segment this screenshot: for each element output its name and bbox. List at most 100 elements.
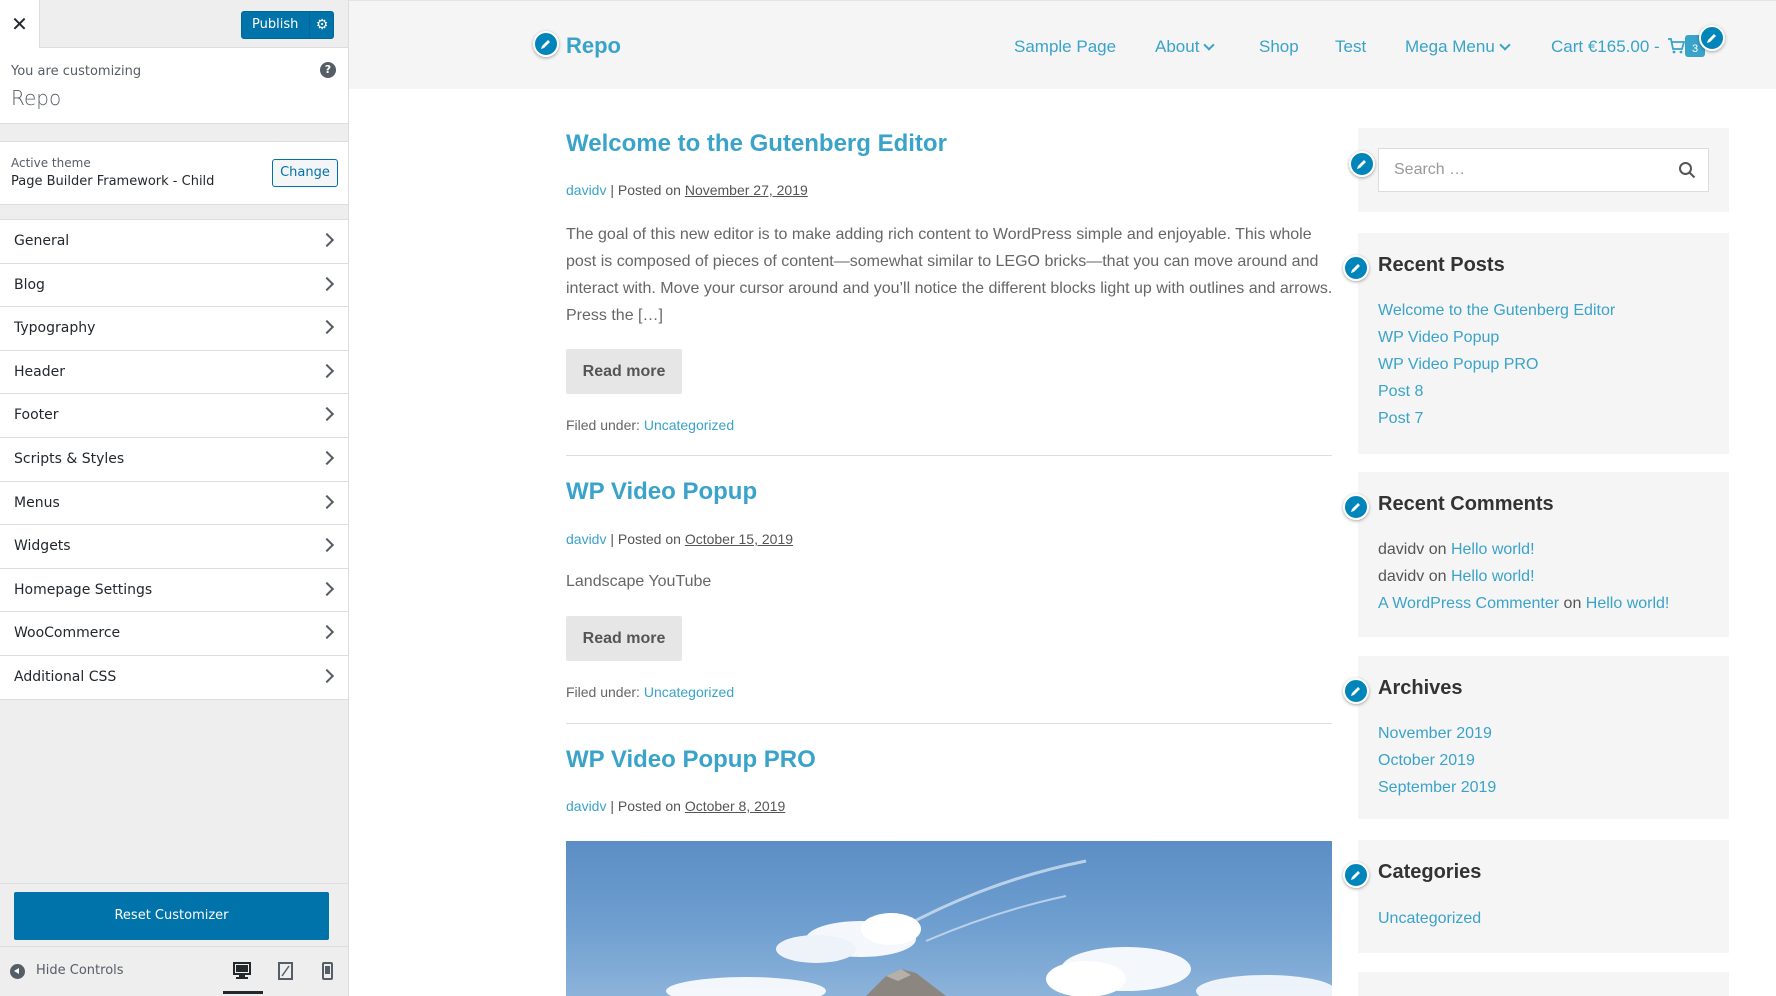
recent-post-link[interactable]: WP Video Popup (1378, 329, 1499, 347)
nav-shop[interactable]: Shop (1259, 37, 1299, 57)
chevron-right-icon (319, 625, 335, 640)
active-theme-label: Active theme (11, 156, 91, 170)
comment-post-link[interactable]: Hello world! (1451, 541, 1535, 558)
section-label: Menus (14, 494, 60, 511)
post-author[interactable]: davidv (566, 798, 606, 814)
site-header: Repo Sample Page About Shop Test Mega Me… (349, 0, 1776, 89)
nav-mega-menu[interactable]: Mega Menu (1405, 37, 1511, 57)
mobile-preview-icon[interactable] (316, 961, 338, 981)
customizer-header: ✕ Publish ⚙ (0, 0, 348, 48)
tablet-preview-icon[interactable] (274, 961, 296, 981)
chevron-right-icon (319, 668, 335, 684)
category-link[interactable]: Uncategorized (1378, 910, 1481, 928)
section-scripts-styles[interactable]: Scripts & Styles (0, 438, 348, 482)
archive-link[interactable]: November 2019 (1378, 725, 1492, 743)
search-input[interactable] (1379, 149, 1669, 191)
section-blog[interactable]: Blog (0, 264, 348, 308)
edit-logo-pencil-icon[interactable] (533, 31, 559, 57)
widget-title: Archives (1378, 677, 1463, 699)
section-header[interactable]: Header (0, 351, 348, 395)
filed-under-label: Filed under: (566, 417, 644, 433)
post-date[interactable]: October 15, 2019 (685, 531, 793, 547)
section-label: General (14, 233, 70, 249)
desktop-preview-icon[interactable] (223, 961, 263, 994)
section-typography[interactable]: Typography (0, 307, 348, 351)
section-additional-css[interactable]: Additional CSS (0, 656, 348, 700)
post-author[interactable]: davidv (566, 182, 606, 198)
chevron-right-icon (319, 363, 335, 378)
post-categories: Filed under: Uncategorized (566, 417, 734, 433)
chevron-right-icon (319, 494, 335, 509)
comment-on-label: on (1559, 595, 1586, 612)
change-theme-button[interactable]: Change (272, 159, 338, 187)
post-date[interactable]: October 8, 2019 (685, 798, 785, 814)
comment-post-link[interactable]: Hello world! (1586, 595, 1670, 612)
section-label: Additional CSS (14, 668, 117, 685)
recent-post-link[interactable]: WP Video Popup PRO (1378, 356, 1538, 374)
comment-on-label: on (1424, 541, 1451, 558)
recent-comments-widget: Recent Comments davidv on Hello world! d… (1358, 472, 1729, 637)
recent-post-link[interactable]: Post 7 (1378, 410, 1423, 428)
site-logo[interactable]: Repo (566, 33, 621, 59)
section-label: Typography (14, 320, 96, 337)
search-icon[interactable] (1678, 161, 1696, 179)
site-preview: Repo Sample Page About Shop Test Mega Me… (349, 0, 1776, 996)
section-footer[interactable]: Footer (0, 394, 348, 438)
edit-widget-pencil-icon[interactable] (1343, 678, 1369, 704)
post-title[interactable]: WP Video Popup PRO (566, 746, 816, 774)
post-author[interactable]: davidv (566, 531, 606, 547)
post-excerpt: Landscape YouTube (566, 573, 712, 590)
post-meta: davidv | Posted on November 27, 2019 (566, 182, 808, 198)
edit-widget-pencil-icon[interactable] (1343, 494, 1369, 520)
comment-post-link[interactable]: Hello world! (1451, 568, 1535, 585)
search-field[interactable] (1378, 148, 1709, 192)
recent-post-link[interactable]: Welcome to the Gutenberg Editor (1378, 302, 1615, 320)
nav-sample-page[interactable]: Sample Page (1014, 37, 1116, 57)
section-widgets[interactable]: Widgets (0, 525, 348, 569)
post-title[interactable]: Welcome to the Gutenberg Editor (566, 130, 947, 158)
collapse-icon[interactable] (10, 964, 25, 979)
category-link[interactable]: Uncategorized (644, 684, 734, 700)
section-label: Widgets (14, 538, 71, 555)
post-title[interactable]: WP Video Popup (566, 478, 757, 506)
comment-author-link[interactable]: A WordPress Commenter (1378, 595, 1559, 612)
section-homepage-settings[interactable]: Homepage Settings (0, 569, 348, 613)
posted-on-label: | Posted on (606, 798, 685, 814)
edit-widget-pencil-icon[interactable] (1349, 151, 1375, 177)
hide-controls-button[interactable]: Hide Controls (36, 963, 124, 978)
close-icon[interactable]: ✕ (0, 0, 40, 48)
archive-link[interactable]: September 2019 (1378, 779, 1496, 797)
edit-widget-pencil-icon[interactable] (1343, 862, 1369, 888)
post-date[interactable]: November 27, 2019 (685, 182, 808, 198)
active-theme-panel: Active theme Page Builder Framework - Ch… (0, 141, 348, 205)
publish-label[interactable]: Publish (252, 12, 298, 38)
read-more-button[interactable]: Read more (566, 349, 682, 394)
edit-widget-pencil-icon[interactable] (1343, 255, 1369, 281)
nav-about[interactable]: About (1155, 37, 1216, 57)
category-link[interactable]: Uncategorized (644, 417, 734, 433)
read-more-button[interactable]: Read more (566, 616, 682, 661)
widget-title: Recent Comments (1378, 493, 1554, 515)
cart-total: Cart €165.00 - (1551, 37, 1660, 56)
chevron-right-icon (319, 232, 335, 248)
reset-customizer-button[interactable]: Reset Customizer (14, 892, 329, 940)
chevron-right-icon (319, 450, 335, 466)
recent-comment: davidv on Hello world! (1378, 541, 1535, 559)
nav-cart[interactable]: Cart €165.00 - (1551, 37, 1686, 57)
edit-menu-pencil-icon[interactable] (1699, 25, 1725, 51)
nav-test[interactable]: Test (1335, 37, 1366, 57)
chevron-down-icon (1499, 39, 1511, 51)
theme-name: Page Builder Framework - Child (11, 174, 215, 189)
featured-image[interactable] (566, 841, 1332, 996)
publish-button[interactable]: Publish ⚙ (241, 11, 334, 39)
categories-widget: Categories Uncategorized (1358, 840, 1729, 953)
archive-link[interactable]: October 2019 (1378, 752, 1475, 770)
section-woocommerce[interactable]: WooCommerce (0, 612, 348, 656)
comment-author: davidv (1378, 568, 1425, 585)
section-general[interactable]: General (0, 220, 348, 264)
reset-area: Reset Customizer (0, 883, 348, 946)
section-menus[interactable]: Menus (0, 482, 348, 526)
help-icon[interactable]: ? (320, 62, 336, 78)
recent-post-link[interactable]: Post 8 (1378, 383, 1423, 401)
gear-icon[interactable]: ⚙ (310, 12, 334, 38)
